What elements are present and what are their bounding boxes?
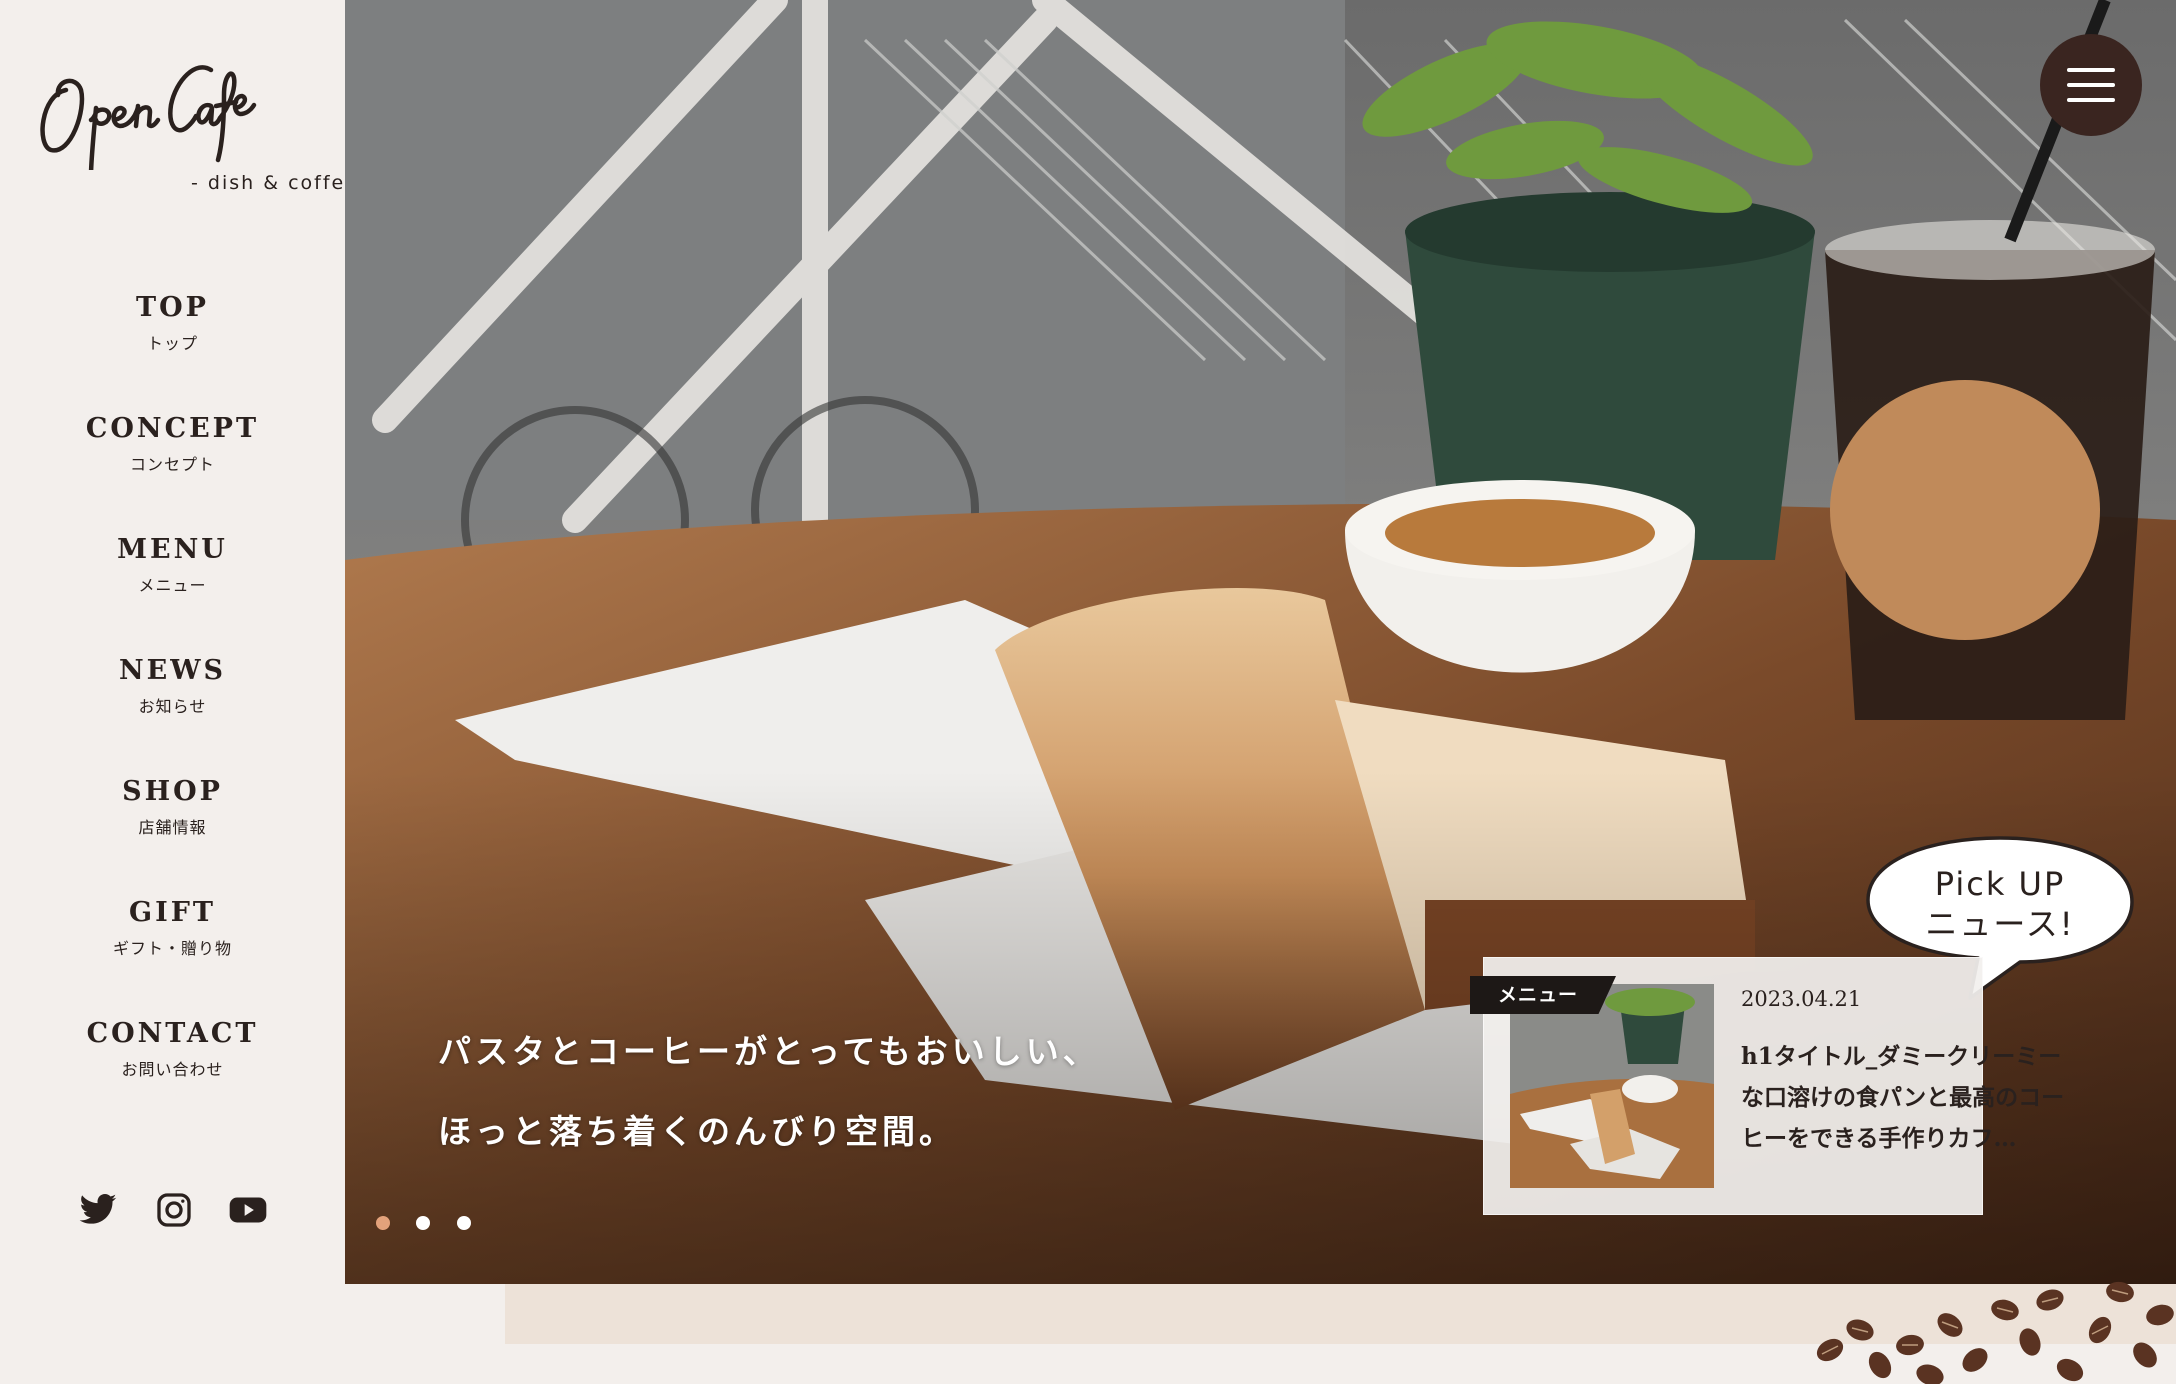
nav-item-concept[interactable]: CONCEPT コンセプト [0, 411, 345, 532]
nav-label-en: SHOP [122, 776, 223, 807]
pickup-thumbnail-image [1510, 984, 1714, 1188]
nav-item-menu[interactable]: MENU メニュー [0, 532, 345, 653]
pickup-title[interactable]: h1タイトル_ダミークリーミーな口溶けの食パンと最高のコーヒーをできる手作りカフ… [1741, 1036, 2081, 1159]
pickup-bubble-text: Pick UP ニュース! [1890, 864, 2110, 944]
pickup-thumbnail[interactable] [1510, 984, 1714, 1188]
hamburger-icon-line [2067, 98, 2115, 102]
nav-label-en: GIFT [129, 897, 216, 928]
sidebar: - dish & coffee - TOP トップ CONCEPT コンセプト … [0, 0, 374, 1384]
hamburger-icon-line [2067, 68, 2115, 72]
nav-item-shop[interactable]: SHOP 店舗情報 [0, 774, 345, 895]
nav-label-en: MENU [117, 534, 228, 565]
nav-label-en: NEWS [118, 655, 227, 686]
opencafe-logo-script [40, 65, 257, 170]
nav-label-en: TOP [136, 292, 209, 323]
slider-dot-2[interactable] [416, 1216, 430, 1230]
nav-label-ja: メニュー [138, 576, 207, 595]
hamburger-icon-line [2067, 83, 2115, 87]
nav-item-gift[interactable]: GIFT ギフト・贈り物 [0, 895, 345, 1016]
instagram-icon[interactable] [154, 1190, 194, 1230]
nav-label-en: CONCEPT [85, 413, 260, 444]
nav-label-ja: お知らせ [138, 697, 207, 716]
main-nav: TOP トップ CONCEPT コンセプト MENU メニュー NEWS お知ら… [0, 290, 345, 1137]
bubble-line: Pick UP [1934, 865, 2066, 903]
nav-item-news[interactable]: NEWS お知らせ [0, 653, 345, 774]
slider-dot-1[interactable] [376, 1216, 390, 1230]
social-links [0, 1190, 345, 1234]
nav-label-ja: 店舗情報 [138, 818, 207, 837]
hero-catchcopy: パスタとコーヒーがとってもおいしい、 ほっと落ち着くのんびり空間。 [438, 1012, 1100, 1172]
pickup-date: 2023.04.21 [1741, 987, 1862, 1011]
coffee-beans-image [1816, 1281, 2174, 1384]
catchcopy-line: パスタとコーヒーがとってもおいしい、 [438, 1032, 1100, 1071]
logo[interactable]: - dish & coffee - [36, 50, 374, 210]
youtube-icon[interactable] [228, 1190, 268, 1230]
nav-label-ja: ギフト・贈り物 [112, 939, 232, 958]
nav-label-ja: コンセプト [129, 455, 215, 474]
nav-label-en: CONTACT [86, 1018, 259, 1049]
menu-button[interactable] [2040, 34, 2142, 136]
slider-dot-3[interactable] [457, 1216, 471, 1230]
catchcopy-line: ほっと落ち着くのんびり空間。 [438, 1112, 956, 1151]
nav-item-top[interactable]: TOP トップ [0, 290, 345, 411]
nav-label-ja: お問い合わせ [121, 1060, 224, 1079]
bubble-line: ニュース! [1925, 905, 2075, 943]
pickup-category-tag: メニュー [1470, 976, 1617, 1014]
nav-item-contact[interactable]: CONTACT お問い合わせ [0, 1016, 345, 1137]
nav-label-ja: トップ [146, 334, 198, 353]
twitter-icon[interactable] [78, 1190, 118, 1230]
